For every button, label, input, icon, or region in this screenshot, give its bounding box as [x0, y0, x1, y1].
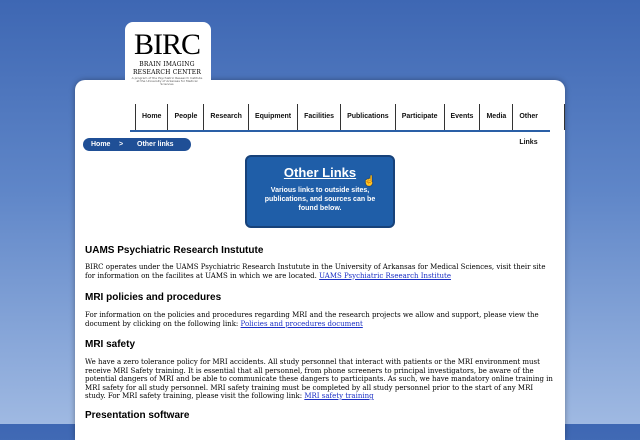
section-policies: MRI policies and procedures For informat… — [85, 292, 539, 328]
section-body: We have a zero tolerance policy for MRI … — [85, 358, 553, 400]
nav-other-links[interactable]: Other Links — [513, 104, 565, 146]
policies-link[interactable]: Policies and procedures document — [241, 320, 363, 328]
section-heading: Presentation software — [85, 410, 190, 421]
nav-facilities[interactable]: Facilities — [298, 104, 342, 130]
breadcrumb-separator: > — [119, 141, 124, 148]
safety-training-link[interactable]: MRI safety training — [304, 392, 373, 400]
logo-tiny-text: A program of the Psychiatric Research In… — [131, 76, 203, 86]
nav-research[interactable]: Research — [204, 104, 249, 130]
section-body: BIRC operates under the UAMS Psychiatric… — [85, 263, 546, 280]
section-body: For information on the policies and proc… — [85, 311, 539, 328]
nav-people[interactable]: People — [168, 104, 205, 130]
breadcrumb-home[interactable]: Home — [91, 138, 110, 151]
section-heading: UAMS Psychiatric Research Instutute — [85, 245, 264, 256]
pointer-cursor-icon: ☝ — [363, 176, 376, 187]
nav-divider — [130, 130, 550, 132]
nav-participate[interactable]: Participate — [396, 104, 445, 130]
page-banner: Other Links Various links to outside sit… — [245, 155, 395, 228]
section-presentation: Presentation software — [85, 410, 189, 421]
nav-media[interactable]: Media — [480, 104, 514, 130]
main-nav: Home People Research Equipment Facilitie… — [135, 104, 565, 146]
nav-publications[interactable]: Publications — [341, 104, 396, 130]
page-panel: BIRC BRAIN IMAGING RESEARCH CENTER A pro… — [75, 22, 565, 440]
uams-link[interactable]: UAMS Psychiatric Rseearch Institute — [319, 272, 451, 280]
section-uams: UAMS Psychiatric Research Instutute BIRC… — [85, 245, 546, 280]
section-heading: MRI safety — [85, 339, 136, 350]
nav-events[interactable]: Events — [445, 104, 481, 130]
logo-title: BIRC — [133, 28, 201, 61]
nav-home[interactable]: Home — [136, 104, 169, 130]
breadcrumb-current: Other links — [137, 141, 174, 148]
nav-equipment[interactable]: Equipment — [249, 104, 299, 130]
section-safety: MRI safety We have a zero tolerance poli… — [85, 339, 553, 400]
logo[interactable]: BIRC BRAIN IMAGING RESEARCH CENTER A pro… — [125, 22, 211, 106]
banner-text: Various links to outside sites, publicat… — [264, 187, 376, 212]
logo-subtitle-line1: BRAIN IMAGING — [139, 61, 195, 68]
breadcrumb: Home > Other links — [83, 138, 191, 151]
section-heading: MRI policies and procedures — [85, 292, 222, 303]
